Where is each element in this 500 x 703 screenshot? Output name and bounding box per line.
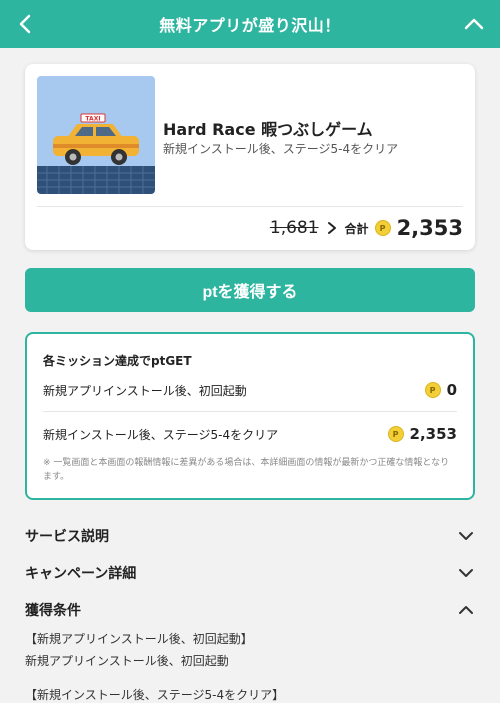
page-title: 無料アプリが盛り沢山！ (159, 16, 341, 35)
mission-points-value: 0 (446, 381, 457, 399)
chevron-down-icon (459, 532, 473, 540)
point-coin-icon: P (424, 382, 441, 398)
mission-label: 新規インストール後、ステージ5‐4をクリア (43, 427, 279, 442)
accordion-label: キャンペーン詳細 (25, 566, 137, 582)
mission-points: P 2,353 (387, 425, 457, 443)
condition-heading: 【新規インストール後、ステージ5‐4をクリア】 (25, 688, 285, 702)
get-points-button[interactable]: ptを獲得する (25, 268, 475, 312)
accordion-service-description[interactable]: サービス説明 (25, 524, 475, 548)
accordion-acquisition-conditions[interactable]: 獲得条件 (25, 598, 475, 622)
card-divider (37, 206, 463, 207)
back-arrow-icon[interactable] (14, 12, 38, 36)
disclaimer-note: ※ 一覧画面と本画面の報酬情報に差異がある場合は、本詳細画面の情報が最新かつ正確… (43, 458, 450, 482)
price-row: 1,681 合計 P 2,353 (270, 216, 463, 240)
mission-box: 各ミッション達成でptGET 新規アプリインストール後、初回起動 P 0 新規イ… (25, 332, 475, 500)
mission-row: 新規アプリインストール後、初回起動 P 0 (43, 380, 457, 400)
mission-row: 新規インストール後、ステージ5‐4をクリア P 2,353 (43, 424, 457, 444)
chevron-down-icon (459, 569, 473, 577)
header-bar: 無料アプリが盛り沢山！ (0, 0, 500, 48)
total-points: 2,353 (396, 216, 463, 240)
chevron-up-icon[interactable] (462, 12, 486, 36)
condition-text: 新規アプリインストール後、初回起動 (25, 654, 229, 668)
app-card: TAXI Hard Race 暇つぶしゲーム 新規インストール後、ステージ5‐4… (25, 64, 475, 250)
accordion-label: 獲得条件 (25, 603, 81, 619)
condition-heading: 【新規アプリインストール後、初回起動】 (25, 632, 253, 646)
mission-points: P 0 (424, 381, 457, 399)
app-description: 新規インストール後、ステージ5‐4をクリア (163, 142, 399, 156)
point-coin-icon: P (387, 426, 404, 442)
mission-label: 新規アプリインストール後、初回起動 (43, 383, 247, 398)
mission-divider (43, 411, 457, 412)
point-coin-icon: P (374, 220, 391, 236)
total-label: 合計 (344, 221, 369, 236)
chevron-up-icon (459, 606, 473, 614)
old-price: 1,681 (269, 218, 319, 238)
mission-heading: 各ミッション達成でptGET (43, 354, 192, 368)
mission-points-value: 2,353 (409, 425, 457, 443)
taxi-sign-text: TAXI (85, 116, 100, 123)
accordion-label: サービス説明 (25, 529, 109, 545)
app-name: Hard Race 暇つぶしゲーム (163, 120, 373, 139)
chevron-right-icon (327, 222, 336, 234)
accordion-campaign-details[interactable]: キャンペーン詳細 (25, 561, 475, 585)
app-thumbnail: TAXI (37, 76, 155, 194)
